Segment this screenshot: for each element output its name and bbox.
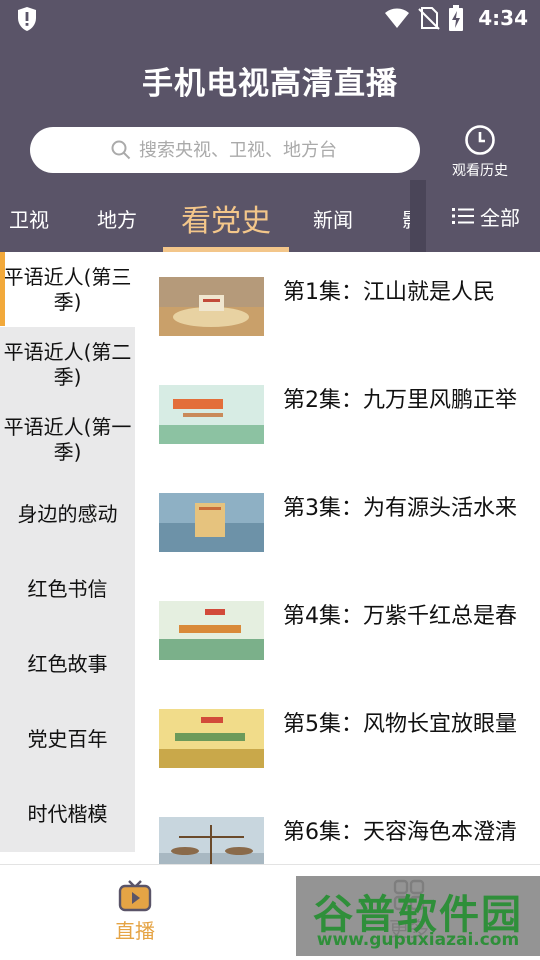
- list-item[interactable]: 第5集：风物长宜放眼量: [135, 704, 540, 804]
- sidebar-item-pingyu-s2[interactable]: 平语近人(第二季): [0, 327, 135, 402]
- episode-title: 第6集：天容海色本澄清: [283, 820, 517, 845]
- tab-difang[interactable]: 地方: [97, 204, 137, 233]
- episode-title: 第3集：为有源头活水来: [283, 496, 517, 521]
- sidebar-item-label: 平语近人(第二季): [3, 339, 132, 389]
- sidebar-item-hongse-shuxin[interactable]: 红色书信: [0, 552, 135, 627]
- program-sidebar: 平语近人(第三季) 平语近人(第二季) 平语近人(第一季) 身边的感动 红色书信…: [0, 252, 135, 852]
- episode-thumbnail: [159, 709, 264, 768]
- sidebar-item-pingyu-s3[interactable]: 平语近人(第三季): [0, 252, 135, 327]
- episode-title: 第1集：江山就是人民: [283, 280, 495, 305]
- watermark-url: www.gupuxiazai.com: [316, 930, 520, 950]
- episode-list: 第1集：江山就是人民 第2集：九万里风鹏正举 第3集：为有源头活水来 第4集：万…: [135, 252, 540, 864]
- history-button[interactable]: 观看历史: [444, 124, 516, 180]
- tab-kandangshi[interactable]: 看党史: [181, 196, 271, 240]
- nav-live-label: 直播: [115, 919, 155, 943]
- list-item[interactable]: 第2集：九万里风鹏正举: [135, 380, 540, 480]
- list-item[interactable]: 第4集：万紫千红总是春: [135, 596, 540, 696]
- tab-scroll-shadow: [410, 180, 426, 252]
- episode-thumbnail: [159, 385, 264, 444]
- search-input[interactable]: [139, 139, 339, 161]
- sidebar-item-shenbian[interactable]: 身边的感动: [0, 477, 135, 552]
- episode-thumbnail: [159, 277, 264, 336]
- sidebar-item-label: 时代楷模: [27, 802, 108, 826]
- all-categories-label: 全部: [480, 205, 520, 230]
- sidebar-item-label: 平语近人(第一季): [3, 414, 132, 464]
- category-tabs: 卫视 地方 看党史 新闻 影视 全部: [0, 180, 540, 252]
- search-bar[interactable]: [30, 127, 420, 173]
- sidebar-item-label: 平语近人(第三季): [3, 264, 132, 314]
- app-title: 手机电视高清直播: [142, 66, 398, 102]
- status-bar: 4:34: [0, 0, 540, 36]
- search-icon: [111, 140, 131, 160]
- sidebar-item-dangshi-bainian[interactable]: 党史百年: [0, 702, 135, 777]
- history-label: 观看历史: [452, 163, 508, 179]
- sidebar-active-indicator: [0, 252, 5, 326]
- list-item[interactable]: 第3集：为有源头活水来: [135, 488, 540, 588]
- list-item[interactable]: 第6集：天容海色本澄清: [135, 812, 540, 864]
- sidebar-item-label: 党史百年: [27, 727, 108, 751]
- sidebar-item-pingyu-s1[interactable]: 平语近人(第一季): [0, 402, 135, 477]
- episode-thumbnail: [159, 493, 264, 552]
- app-header: 4:34 手机电视高清直播 观看历史 卫视 地方 看党史 新闻 影视: [0, 0, 540, 252]
- wifi-icon: [385, 8, 410, 28]
- site-watermark: 谷普软件园 www.gupuxiazai.com: [296, 876, 540, 956]
- sidebar-item-hongse-gushi[interactable]: 红色故事: [0, 627, 135, 702]
- tv-icon: [118, 880, 152, 912]
- all-categories-button[interactable]: 全部: [426, 180, 540, 252]
- sidebar-item-label: 红色故事: [27, 652, 108, 676]
- clock-icon: [465, 125, 495, 155]
- shield-alert-icon: [18, 7, 36, 31]
- no-sim-icon: [418, 7, 440, 30]
- episode-title: 第5集：风物长宜放眼量: [283, 712, 517, 737]
- tab-weishi[interactable]: 卫视: [9, 204, 49, 233]
- sidebar-item-label: 身边的感动: [17, 502, 118, 526]
- sidebar-item-label: 红色书信: [27, 577, 108, 601]
- episode-thumbnail: [159, 817, 264, 864]
- list-icon: [452, 208, 474, 224]
- sidebar-item-shidai-kaimo[interactable]: 时代楷模: [0, 777, 135, 852]
- nav-live-button[interactable]: 直播: [80, 879, 190, 944]
- status-time: 4:34: [478, 6, 528, 30]
- episode-thumbnail: [159, 601, 264, 660]
- tab-xinwen[interactable]: 新闻: [313, 204, 353, 233]
- episode-title: 第2集：九万里风鹏正举: [283, 388, 517, 413]
- battery-charging-icon: [449, 5, 464, 31]
- episode-title: 第4集：万紫千红总是春: [283, 604, 517, 629]
- list-item[interactable]: 第1集：江山就是人民: [135, 272, 540, 372]
